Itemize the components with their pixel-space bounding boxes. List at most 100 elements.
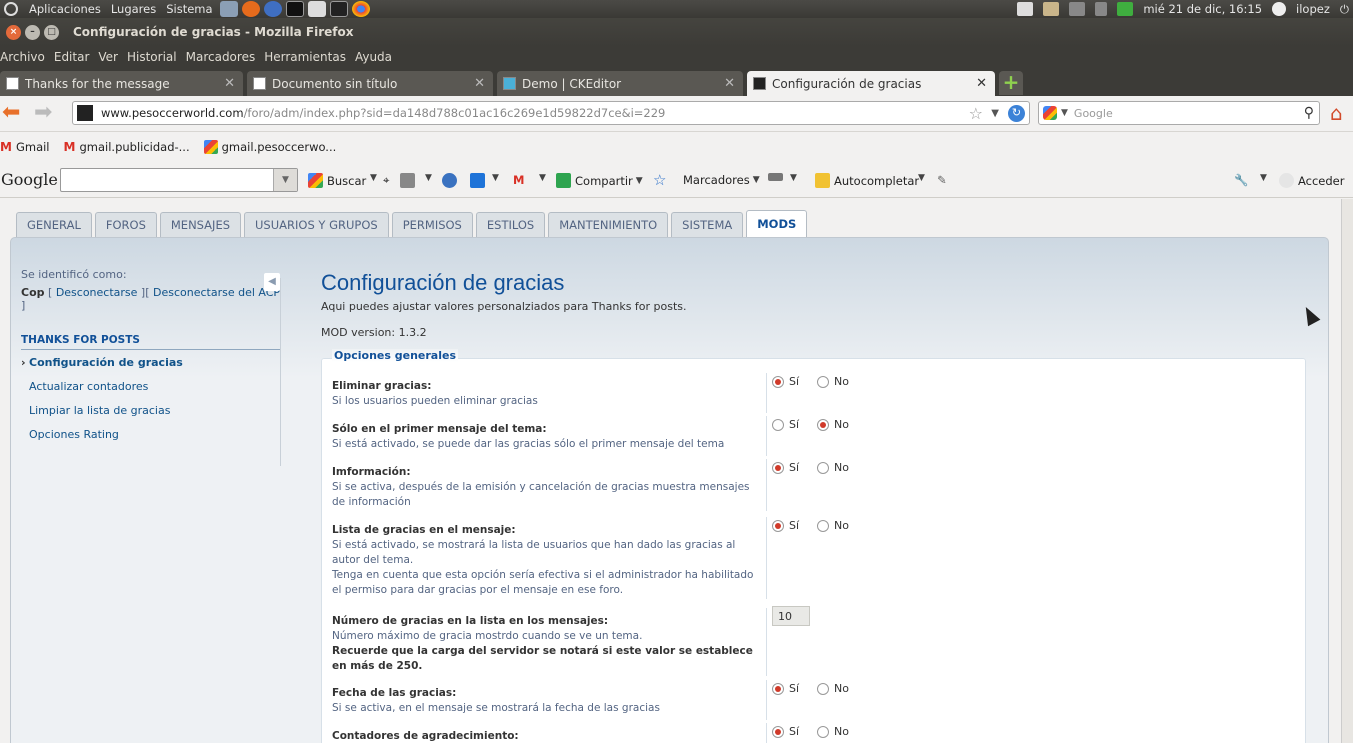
tab-documento[interactable]: Documento sin título ✕	[247, 71, 493, 96]
menu-ayuda[interactable]: Ayuda	[355, 50, 397, 64]
firefox-icon[interactable]	[241, 1, 260, 17]
highlighter-icon[interactable]: ✎	[937, 173, 947, 187]
news-icon[interactable]	[400, 173, 419, 188]
chevron-down-icon[interactable]: ▼	[539, 173, 546, 183]
chevron-down-icon[interactable]: ▼	[790, 173, 797, 183]
engine-dropdown-icon[interactable]: ▼	[1061, 108, 1068, 118]
gmail-icon[interactable]: M	[513, 173, 524, 187]
volume-icon[interactable]	[1095, 2, 1108, 16]
tab-permisos[interactable]: PERMISOS	[391, 212, 473, 237]
site-identity-icon[interactable]	[77, 105, 93, 121]
sidebar-item-limpiar[interactable]: Limpiar la lista de gracias	[21, 398, 281, 422]
radio-no[interactable]	[817, 375, 830, 388]
mail-icon[interactable]	[1017, 2, 1034, 16]
buscar-button[interactable]: Buscar	[308, 173, 366, 188]
search-icon[interactable]: ⚲	[1304, 105, 1314, 121]
menu-aplicaciones[interactable]: Aplicaciones	[24, 2, 106, 16]
forward-arrow-icon[interactable]: ➡	[34, 102, 56, 125]
menu-lugares[interactable]: Lugares	[106, 2, 161, 16]
url-bar[interactable]: www.pesoccerworld.com/foro/adm/index.php…	[72, 101, 1030, 125]
close-tab-icon[interactable]: ✕	[724, 76, 735, 91]
tab-configuracion[interactable]: Configuración de gracias ✕	[747, 71, 995, 96]
logout-link[interactable]: Desconectarse	[56, 286, 138, 299]
username[interactable]: ilopez	[1296, 2, 1330, 16]
wrench-icon[interactable]: 🔧	[1234, 173, 1248, 187]
google-logo[interactable]: Google	[1, 170, 58, 189]
menu-editar[interactable]: Editar	[54, 50, 95, 64]
menu-ver[interactable]: Ver	[98, 50, 123, 64]
radio-yes[interactable]	[772, 725, 784, 738]
home-icon[interactable]: ⌂	[1330, 103, 1343, 123]
google-engine-icon[interactable]	[1043, 106, 1057, 120]
marcadores-button[interactable]: Marcadores ▼	[683, 173, 760, 187]
chrome-icon[interactable]	[351, 1, 370, 17]
max-thanks-input[interactable]: 10	[772, 606, 810, 626]
bookmark-gmail-publicidad[interactable]: Mgmail.publicidad-...	[64, 140, 190, 154]
url-history-dropdown-icon[interactable]: ▼	[991, 108, 999, 119]
help-icon[interactable]	[263, 1, 282, 17]
keyboard-icon[interactable]	[768, 173, 787, 181]
radio-yes[interactable]	[772, 519, 784, 532]
minimize-window-button[interactable]: –	[25, 24, 40, 40]
radio-no[interactable]	[817, 418, 830, 431]
bookmark-gmail[interactable]: M Gmail	[0, 140, 50, 154]
autocompletar-button[interactable]: Autocompletar	[815, 173, 919, 188]
terminal-icon[interactable]	[285, 1, 304, 17]
sidebar-item-actualizar[interactable]: Actualizar contadores	[21, 374, 281, 398]
tab-mods[interactable]: MODS	[746, 210, 808, 237]
radio-yes[interactable]	[772, 682, 784, 695]
menu-sistema[interactable]: Sistema	[161, 2, 217, 16]
tab-general[interactable]: GENERAL	[16, 212, 92, 237]
star-icon[interactable]: ☆	[653, 171, 666, 189]
radio-no[interactable]	[817, 725, 830, 738]
chevron-down-icon[interactable]: ▼	[370, 173, 377, 183]
back-arrow-icon[interactable]: ⬅	[2, 102, 24, 125]
message-icon[interactable]	[1117, 2, 1134, 16]
close-window-button[interactable]: ×	[6, 24, 21, 40]
menu-historial[interactable]: Historial	[127, 50, 182, 64]
tab-usuarios-grupos[interactable]: USUARIOS Y GRUPOS	[244, 212, 389, 237]
chevron-down-icon[interactable]: ▼	[918, 173, 925, 183]
close-tab-icon[interactable]: ✕	[976, 76, 987, 91]
radio-yes[interactable]	[772, 461, 784, 474]
network-icon[interactable]	[1069, 2, 1086, 16]
user-status-icon[interactable]	[1043, 2, 1060, 16]
sidebar-item-rating[interactable]: Opciones Rating	[21, 422, 281, 446]
tab-ckeditor[interactable]: Demo | CKEditor ✕	[497, 71, 743, 96]
text-editor-icon[interactable]	[307, 1, 326, 17]
radio-no[interactable]	[817, 461, 830, 474]
acceder-button[interactable]: Acceder	[1279, 173, 1345, 188]
system-monitor-icon[interactable]	[329, 1, 348, 17]
chevron-down-icon[interactable]: ▼	[273, 169, 297, 191]
clock-icon[interactable]	[442, 173, 461, 188]
reload-icon[interactable]: ↻	[1008, 104, 1025, 122]
menu-herramientas[interactable]: Herramientas	[264, 50, 351, 64]
logout-acp-link[interactable]: Desconectarse del ACP	[153, 286, 280, 299]
chevron-down-icon[interactable]: ▼	[425, 173, 432, 183]
page-scrollbar[interactable]	[1341, 199, 1353, 743]
radio-no[interactable]	[817, 682, 830, 695]
tab-estilos[interactable]: ESTILOS	[475, 212, 546, 237]
collapse-sidebar-icon[interactable]: ◀	[264, 273, 280, 291]
menu-marcadores[interactable]: Marcadores	[186, 50, 261, 64]
tab-mensajes[interactable]: MENSAJES	[159, 212, 242, 237]
ubuntu-logo-icon[interactable]	[4, 2, 18, 16]
bookmark-gmail-pesoccer[interactable]: gmail.pesoccerwo...	[203, 140, 336, 154]
radio-yes[interactable]	[772, 375, 784, 388]
new-tab-button[interactable]: +	[999, 71, 1023, 95]
tab-thanks-message[interactable]: Thanks for the message ✕	[0, 71, 243, 96]
power-icon[interactable]: ⏻	[1340, 2, 1349, 17]
maximize-window-button[interactable]: □	[44, 24, 59, 40]
radio-yes[interactable]	[772, 418, 784, 431]
chevron-down-icon[interactable]: ▼	[1260, 173, 1267, 183]
tab-sistema[interactable]: SISTEMA	[671, 212, 744, 237]
bookmark-star-icon[interactable]: ☆	[969, 104, 983, 123]
compartir-button[interactable]: Compartir ▼	[556, 173, 643, 188]
close-tab-icon[interactable]: ✕	[474, 76, 485, 91]
close-tab-icon[interactable]: ✕	[224, 76, 235, 91]
tab-mantenimiento[interactable]: MANTENIMIENTO	[548, 212, 669, 237]
search-input[interactable]: ▼ Google ⚲	[1038, 101, 1320, 125]
plus-icon[interactable]	[470, 173, 489, 188]
users-icon[interactable]	[219, 1, 238, 17]
sidebar-item-configuracion[interactable]: Configuración de gracias	[21, 350, 281, 374]
